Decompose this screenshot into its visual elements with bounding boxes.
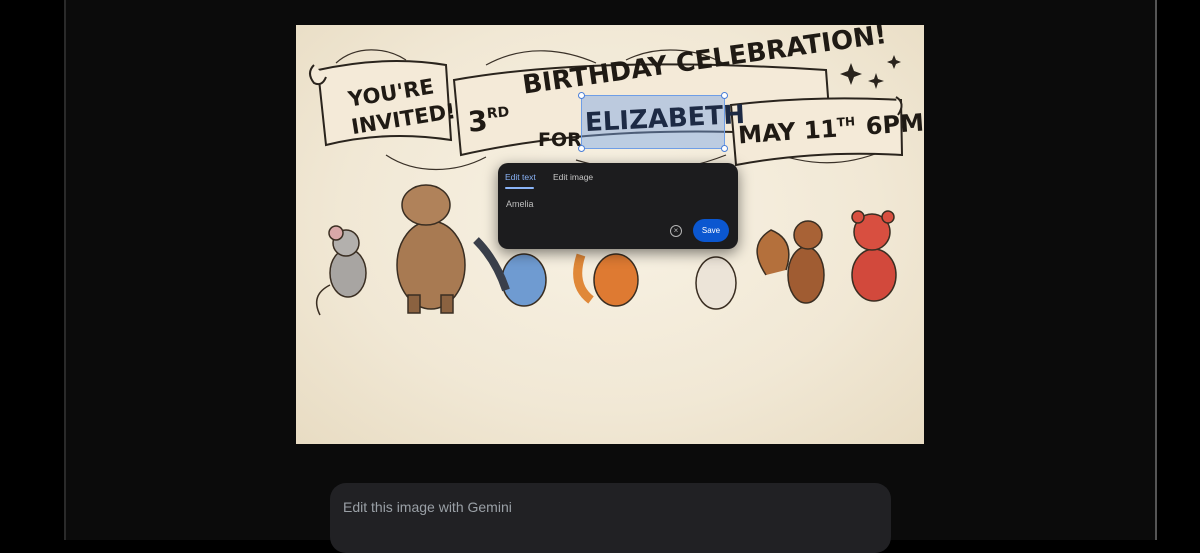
selection-handle-top-right[interactable] <box>721 92 728 99</box>
date-suffix: TH <box>836 114 856 130</box>
sparkle-icon <box>840 55 901 89</box>
replacement-text-input[interactable] <box>506 197 656 211</box>
squirrel-illustration <box>756 220 825 304</box>
clear-circle-icon[interactable]: × <box>670 225 682 237</box>
bear-illustration <box>851 210 897 302</box>
time-text: 6PM <box>864 108 924 141</box>
selection-handle-bottom-left[interactable] <box>578 145 585 152</box>
for-label: FOR <box>538 129 582 151</box>
save-button[interactable]: Save <box>693 219 729 242</box>
raccoon-illustration <box>473 237 547 307</box>
selection-handle-top-left[interactable] <box>578 92 585 99</box>
bunny-illustration <box>695 256 737 310</box>
tab-edit-text[interactable]: Edit text <box>505 172 536 182</box>
active-tab-indicator <box>505 187 534 189</box>
edit-popover: Edit text Edit image × Save <box>498 163 738 249</box>
name-text[interactable]: ELIZABETH <box>584 100 745 138</box>
ordinal-number-group: 3RD <box>467 104 511 139</box>
selection-handle-bottom-right[interactable] <box>721 145 728 152</box>
mouse-illustration <box>315 225 367 316</box>
ordinal-suffix: RD <box>486 104 510 123</box>
fox-illustration <box>573 253 639 307</box>
tab-edit-image[interactable]: Edit image <box>553 172 593 182</box>
gemini-prompt-input[interactable] <box>343 498 863 516</box>
capybara-illustration <box>396 184 466 314</box>
gemini-prompt-box[interactable] <box>330 483 891 553</box>
